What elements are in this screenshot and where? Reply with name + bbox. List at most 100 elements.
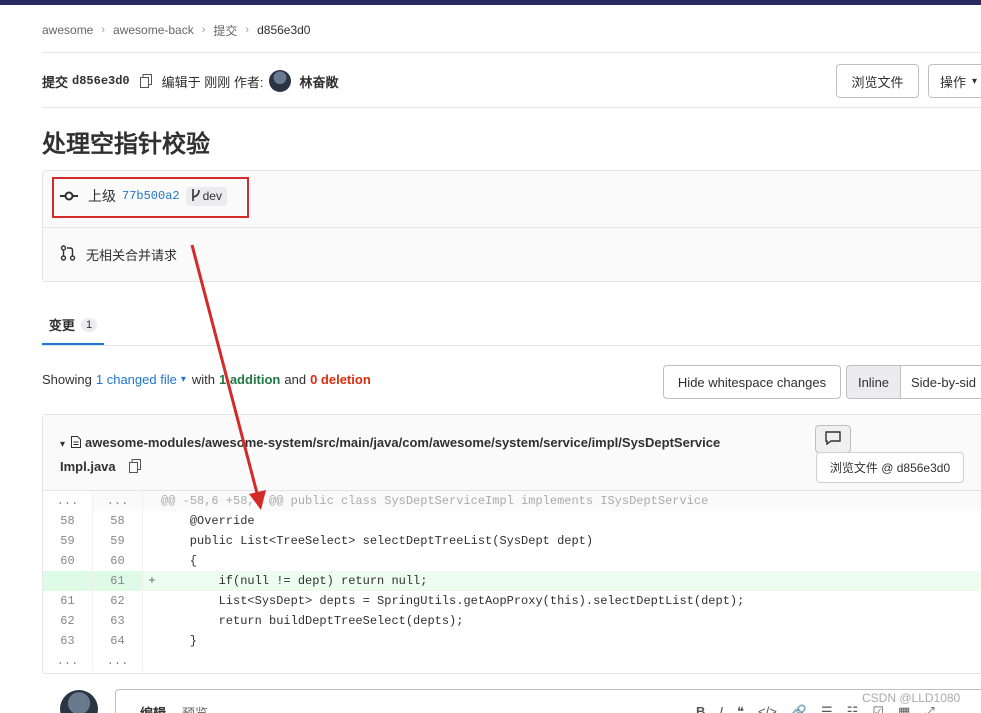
old-line-number[interactable]: ... xyxy=(43,651,93,671)
divider xyxy=(42,107,981,108)
merge-request-icon xyxy=(60,245,76,264)
hide-whitespace-button[interactable]: Hide whitespace changes xyxy=(663,365,841,399)
diff-line: 59 59 public List<TreeSelect> selectDeptT… xyxy=(43,531,981,551)
old-line-number[interactable]: 63 xyxy=(43,631,93,651)
tab-write[interactable]: 编辑 xyxy=(140,703,166,713)
breadcrumb-item-awesome[interactable]: awesome xyxy=(42,23,93,37)
side-by-side-view-button[interactable]: Side-by-sid xyxy=(900,365,981,399)
summary-with: with xyxy=(191,372,215,387)
code-icon[interactable]: </> xyxy=(758,704,777,713)
browse-files-button[interactable]: 浏览文件 xyxy=(836,64,919,98)
commit-author[interactable]: 林奋敞 xyxy=(299,72,338,91)
commit-header: 提交 d856e3d0 编辑于 刚刚 作者: 林奋敞 xyxy=(42,70,338,92)
editor-tabs: 编辑 预览 xyxy=(140,703,208,713)
divider xyxy=(43,227,981,228)
actions-dropdown-button[interactable]: 操作 ▾ xyxy=(928,64,981,98)
old-line-number[interactable]: 59 xyxy=(43,531,93,551)
diff-line: 58 58 @Override xyxy=(43,511,981,531)
old-line-number[interactable]: 58 xyxy=(43,511,93,531)
diff-code-text: if(null != dept) return null; xyxy=(161,574,428,588)
tab-changes[interactable]: 变更 1 xyxy=(42,306,104,345)
numbered-list-icon[interactable]: ☷ xyxy=(847,704,859,713)
diff-line-added: 61 + if(null != dept) return null; xyxy=(43,571,981,591)
commit-label: 提交 xyxy=(42,74,69,90)
diff-line: 62 63 return buildDeptTreeSelect(depts); xyxy=(43,611,981,631)
new-line-number[interactable]: 64 xyxy=(93,631,143,651)
tab-preview[interactable]: 预览 xyxy=(182,703,208,713)
breadcrumb-item-commits[interactable]: 提交 xyxy=(213,22,237,39)
chevron-right-icon: › xyxy=(245,24,250,36)
diff-code-text: public List<TreeSelect> selectDeptTreeLi… xyxy=(161,534,594,548)
merge-request-row: 无相关合并请求 xyxy=(60,245,177,264)
chevron-down-icon[interactable]: ▾ xyxy=(181,374,186,385)
diff-marker: + xyxy=(148,574,156,588)
inline-view-button[interactable]: Inline xyxy=(846,365,901,399)
diff-line: 63 64 } xyxy=(43,631,981,651)
breadcrumb: awesome › awesome-back › 提交 › d856e3d0 xyxy=(42,22,310,38)
new-line-number[interactable]: 62 xyxy=(93,591,143,611)
annotation-highlight-box xyxy=(52,177,249,218)
comment-icon xyxy=(825,430,841,448)
copy-icon[interactable] xyxy=(129,458,143,473)
old-line-number[interactable]: ... xyxy=(43,491,93,511)
new-line-number[interactable]: 59 xyxy=(93,531,143,551)
commit-edited-text: 编辑于 刚刚 作者: xyxy=(161,74,264,90)
summary-showing: Showing xyxy=(42,372,92,387)
breadcrumb-item-awesome-back[interactable]: awesome-back xyxy=(113,23,194,37)
table-icon[interactable]: ▦ xyxy=(898,704,910,713)
new-line-number[interactable]: 60 xyxy=(93,551,143,571)
italic-icon[interactable]: I xyxy=(719,704,723,713)
diff-line: 60 60 { xyxy=(43,551,981,571)
old-line-number[interactable]: 62 xyxy=(43,611,93,631)
copy-icon[interactable] xyxy=(139,74,154,88)
diff-code-text: } xyxy=(161,634,198,648)
bullet-list-icon[interactable]: ☰ xyxy=(821,704,833,713)
old-line-number[interactable] xyxy=(43,571,93,591)
actions-label: 操作 xyxy=(940,74,967,90)
divider xyxy=(42,345,981,346)
diff-code: ...... @@ -58,6 +58,7 @@ public class Sys… xyxy=(43,491,981,671)
quote-icon[interactable]: ❝ xyxy=(737,704,744,713)
summary-deletions: 0 deletion xyxy=(310,372,371,387)
new-line-number[interactable]: 63 xyxy=(93,611,143,631)
comment-editor[interactable]: 编辑 预览 B I ❝ </> 🔗 ☰ ☷ ☑ ▦ ⤢ xyxy=(115,689,981,713)
task-list-icon[interactable]: ☑ xyxy=(872,704,884,713)
link-icon[interactable]: 🔗 xyxy=(791,704,807,713)
diff-summary: Showing 1 changed file ▾ with 1 addition… xyxy=(42,372,375,387)
diff-code-text: { xyxy=(161,554,198,568)
diff-code-text: @Override xyxy=(161,514,255,528)
diff-code-text: return buildDeptTreeSelect(depts); xyxy=(161,614,464,628)
view-file-button[interactable]: 浏览文件 @ d856e3d0 xyxy=(816,452,964,483)
chevron-down-icon[interactable]: ▾ xyxy=(60,439,65,450)
old-line-number[interactable]: 60 xyxy=(43,551,93,571)
new-line-number[interactable]: ... xyxy=(93,651,143,671)
file-path-line2[interactable]: Impl.java xyxy=(60,459,116,474)
fullscreen-icon[interactable]: ⤢ xyxy=(924,704,934,713)
diff-file-header: ▾ awesome-modules/awesome-system/src/main… xyxy=(43,415,981,491)
summary-and: and xyxy=(284,372,307,387)
avatar xyxy=(60,690,98,713)
comment-button[interactable] xyxy=(815,425,851,453)
chevron-right-icon: › xyxy=(101,24,106,36)
old-line-number[interactable]: 61 xyxy=(43,591,93,611)
new-line-number[interactable]: ... xyxy=(93,491,143,511)
new-line-number[interactable]: 58 xyxy=(93,511,143,531)
tab-changes-label: 变更 xyxy=(48,318,75,333)
commit-sha: d856e3d0 xyxy=(72,74,130,88)
file-path: ▾ awesome-modules/awesome-system/src/main… xyxy=(60,432,800,478)
merge-request-text: 无相关合并请求 xyxy=(86,248,178,263)
file-path-line1[interactable]: awesome-modules/awesome-system/src/main/… xyxy=(85,435,720,450)
tab-changes-count: 1 xyxy=(80,317,98,332)
watermark: CSDN @LLD1080 xyxy=(862,691,961,705)
chevron-down-icon: ▾ xyxy=(972,75,978,87)
diff-line: ...... @@ -58,6 +58,7 @@ public class Sys… xyxy=(43,491,981,511)
diff-code-text: @@ -58,6 +58,7 @@ public class SysDeptSe… xyxy=(161,494,709,508)
new-line-number[interactable]: 61 xyxy=(93,571,143,591)
editor-toolbar: B I ❝ </> 🔗 ☰ ☷ ☑ ▦ ⤢ xyxy=(696,704,935,713)
avatar[interactable] xyxy=(269,70,292,92)
divider xyxy=(42,52,981,53)
bold-icon[interactable]: B xyxy=(696,704,705,713)
diff-line: ...... xyxy=(43,651,981,671)
changed-files-dropdown[interactable]: 1 changed file xyxy=(96,372,177,387)
top-navbar xyxy=(0,0,981,5)
